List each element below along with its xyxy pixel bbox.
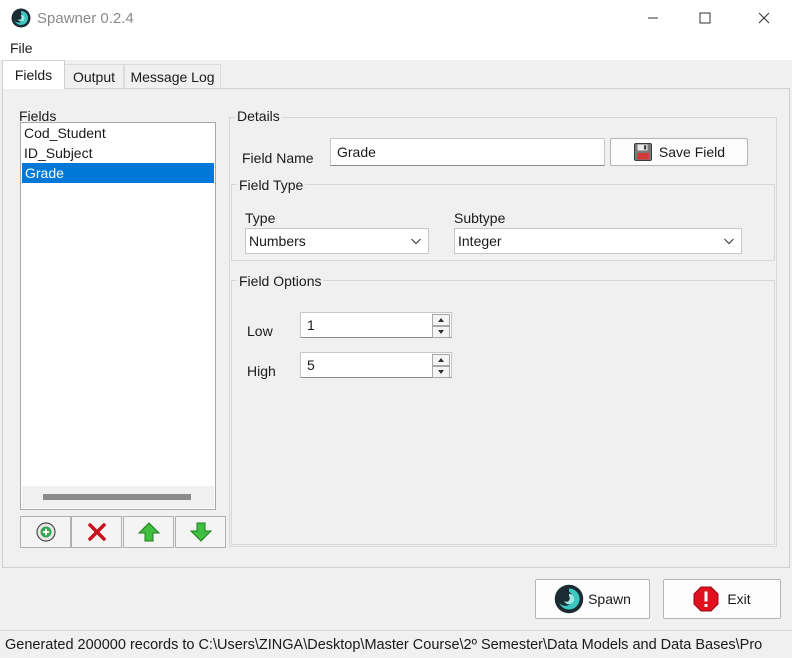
tab-strip: Fields Output Message Log [0, 60, 792, 89]
menu-bar: File [0, 36, 792, 60]
field-name-label: Field Name [242, 150, 314, 166]
move-down-button[interactable] [175, 516, 226, 548]
chevron-down-icon [724, 238, 734, 245]
low-decrement-button[interactable] [432, 326, 450, 338]
tab-fields[interactable]: Fields [2, 60, 65, 89]
fields-list[interactable]: Cod_Student ID_Subject Grade [20, 122, 216, 510]
save-field-button[interactable]: Save Field [610, 138, 748, 166]
low-label: Low [247, 323, 273, 339]
maximize-icon [699, 12, 711, 24]
subtype-label: Subtype [454, 210, 506, 226]
list-item-selected[interactable]: Grade [22, 163, 214, 183]
high-spinbox[interactable]: 5 [300, 352, 452, 378]
maximize-button[interactable] [682, 0, 728, 36]
field-options-group-label: Field Options [237, 273, 324, 289]
minimize-button[interactable] [630, 0, 676, 36]
low-increment-button[interactable] [432, 314, 450, 326]
spawn-label: Spawn [588, 591, 631, 607]
red-x-icon [87, 523, 106, 541]
title-bar: Spawner 0.2.4 [0, 0, 792, 36]
list-item[interactable]: ID_Subject [21, 143, 215, 163]
field-type-group-label: Field Type [237, 177, 306, 193]
type-value: Numbers [249, 233, 306, 249]
window-title: Spawner 0.2.4 [37, 9, 134, 27]
list-item[interactable]: Cod_Student [21, 123, 215, 143]
caret-up-icon [438, 318, 444, 322]
tab-output[interactable]: Output [64, 64, 124, 88]
menu-file[interactable]: File [10, 40, 33, 56]
spawner-swirl-icon [554, 584, 584, 614]
close-icon [758, 12, 770, 24]
caret-up-icon [438, 358, 444, 362]
high-label: High [247, 363, 276, 379]
caret-down-icon [438, 330, 444, 334]
status-bar: Generated 200000 records to C:\Users\ZIN… [0, 630, 792, 658]
chevron-down-icon [411, 238, 421, 245]
green-down-arrow-icon [189, 522, 212, 542]
low-value: 1 [307, 317, 315, 333]
high-value: 5 [307, 357, 315, 373]
floppy-disk-icon [633, 143, 652, 161]
spawn-button[interactable]: Spawn [535, 579, 650, 619]
add-field-button[interactable] [20, 516, 71, 548]
close-button[interactable] [741, 0, 787, 36]
add-circle-icon [35, 522, 56, 542]
type-select[interactable]: Numbers [245, 228, 429, 254]
exit-label: Exit [727, 591, 751, 607]
subtype-value: Integer [458, 233, 502, 249]
caret-down-icon [438, 370, 444, 374]
scrollbar-thumb[interactable] [43, 494, 191, 500]
field-name-input[interactable]: Grade [330, 138, 605, 166]
minimize-icon [648, 17, 658, 19]
status-text: Generated 200000 records to C:\Users\ZIN… [5, 636, 763, 653]
save-field-label: Save Field [658, 144, 726, 160]
horizontal-scrollbar[interactable] [22, 486, 214, 508]
move-up-button[interactable] [123, 516, 174, 548]
high-increment-button[interactable] [432, 354, 450, 366]
field-name-value: Grade [337, 144, 376, 160]
type-label: Type [245, 210, 276, 226]
exit-button[interactable]: Exit [663, 579, 781, 619]
tab-message-log[interactable]: Message Log [124, 64, 221, 88]
spawner-swirl-icon [11, 8, 31, 28]
green-up-arrow-icon [137, 522, 160, 542]
delete-field-button[interactable] [71, 516, 122, 548]
stop-sign-icon [693, 586, 719, 612]
high-decrement-button[interactable] [432, 366, 450, 378]
subtype-select[interactable]: Integer [454, 228, 742, 254]
low-spinbox[interactable]: 1 [300, 312, 452, 338]
details-group-label: Details [235, 108, 282, 124]
